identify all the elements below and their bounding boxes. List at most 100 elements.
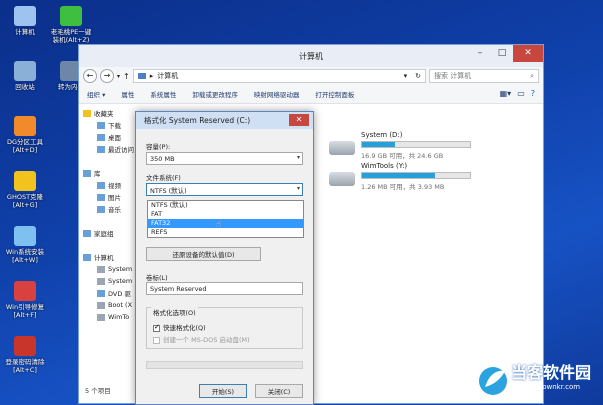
view-options-icon[interactable]: ▦▾ <box>500 89 512 98</box>
nav-item[interactable]: 音乐 <box>79 203 139 215</box>
explorer-title-bar[interactable]: 计算机 – □ ✕ <box>79 45 543 67</box>
window-controls: – □ ✕ <box>469 45 543 62</box>
nav-item[interactable]: 图片 <box>79 191 139 203</box>
dg-partition-icon <box>14 116 36 136</box>
refresh-icon[interactable]: ↻ <box>415 72 421 80</box>
nav-item-label: 视频 <box>108 182 121 190</box>
filesystem-select[interactable]: NTFS (默认) ▾ <box>146 183 303 196</box>
dialog-title-bar[interactable]: 格式化 System Reserved (C:) ✕ <box>136 112 313 129</box>
quick-format-checkbox[interactable] <box>153 323 160 332</box>
search-input[interactable]: 搜索 计算机 ⌕ <box>429 69 539 83</box>
toolbar-item-2[interactable]: 系统属性 <box>150 89 176 99</box>
desktop-icon-0[interactable]: 计算机 <box>2 6 48 36</box>
address-bar[interactable]: ▸ 计算机 ▾ ↻ <box>132 69 426 83</box>
computer-icon <box>83 253 91 261</box>
filesystem-dropdown-list: NTFS (默认) FAT FAT32 REFS <box>147 200 304 238</box>
back-icon[interactable]: ← <box>83 69 97 83</box>
minimize-icon[interactable]: – <box>469 45 491 62</box>
nav-item-label: 音乐 <box>108 206 121 214</box>
volume-label-input[interactable]: System Reserved <box>146 282 303 295</box>
nav-item[interactable]: DVD 驱 <box>79 287 139 299</box>
preview-pane-icon[interactable]: ▭ <box>517 89 525 98</box>
nav-item-label: Boot (X <box>108 301 133 309</box>
picture-icon <box>97 193 105 201</box>
desktop-icon-col2-0[interactable]: 老毛桃PE一键 装机(Alt+Z) <box>44 6 98 44</box>
nav-item[interactable]: 桌面 <box>79 131 139 143</box>
address-row: ← → ▾ ↑ ▸ 计算机 ▾ ↻ 搜索 计算机 ⌕ <box>79 67 543 85</box>
desktop-icon-label: 老毛桃PE一键 装机(Alt+Z) <box>50 28 92 44</box>
drive-usage-fill <box>362 173 436 178</box>
nav-item[interactable]: 库 <box>79 167 139 179</box>
filesystem-option[interactable]: FAT <box>148 210 303 219</box>
quick-format-option[interactable]: 快速格式化(Q) <box>153 322 206 332</box>
nav-item[interactable]: System <box>79 275 139 287</box>
history-chevron-icon[interactable]: ▾ <box>117 73 120 80</box>
chevron-down-icon: ▾ <box>296 185 300 192</box>
toolbar-item-1[interactable]: 属性 <box>121 89 134 99</box>
desktop-icon-6[interactable]: 登录密码清除 [Alt+C] <box>2 336 48 374</box>
drive-item[interactable]: System (D:) 16.9 GB 可用，共 24.6 GB <box>329 131 479 161</box>
toolbar-item-3[interactable]: 卸载或更改程序 <box>192 89 238 99</box>
nav-item[interactable]: 下载 <box>79 119 139 131</box>
nav-item[interactable]: 计算机 <box>79 251 139 263</box>
restore-defaults-button[interactable]: 还原设备的默认值(D) <box>146 247 261 261</box>
filesystem-option[interactable]: REFS <box>148 228 303 237</box>
filesystem-value: NTFS (默认) <box>150 186 187 195</box>
watermark-url: www.downkr.com <box>519 383 581 391</box>
desktop-icon-5[interactable]: Win引导修复 [Alt+F] <box>2 281 48 319</box>
capacity-select[interactable]: 350 MB ▾ <box>146 152 303 165</box>
toolbar-item-5[interactable]: 打开控制面板 <box>315 89 354 99</box>
desktop-icon-label: DG分区工具 [Alt+D] <box>6 138 44 154</box>
ghost-icon <box>14 171 36 191</box>
nav-item[interactable]: WimTo <box>79 311 139 323</box>
drive-icon <box>97 301 105 309</box>
desktop-icon-label: 回收站 <box>15 83 35 91</box>
maximize-icon[interactable]: □ <box>491 45 513 62</box>
toolbar-item-4[interactable]: 映射网络驱动器 <box>254 89 300 99</box>
breadcrumb-computer[interactable]: 计算机 <box>157 71 178 81</box>
win-install-icon <box>14 226 36 246</box>
nav-item[interactable]: 家庭组 <box>79 227 139 239</box>
search-icon[interactable]: ⌕ <box>530 72 534 81</box>
nav-item-label: 最近访问 <box>108 146 134 154</box>
folder-icon <box>97 121 105 129</box>
nav-item-label: DVD 驱 <box>108 290 131 298</box>
dialog-close-icon[interactable]: ✕ <box>289 114 309 126</box>
address-dropdown-icon[interactable]: ▾ <box>404 72 408 80</box>
nav-item[interactable]: Boot (X <box>79 299 139 311</box>
command-bar: 组织 ▾ 属性 系统属性 卸载或更改程序 映射网络驱动器 打开控制面板 ▦▾ ▭ ? <box>79 85 543 104</box>
drive-usage-fill <box>362 142 396 147</box>
msdos-option: 创建一个 MS-DOS 启动盘(M) <box>153 334 250 344</box>
nav-item-label: 家庭组 <box>94 230 114 238</box>
breadcrumb-separator: ▸ <box>149 72 154 80</box>
fs-label: 文件系统(F) <box>146 174 181 182</box>
toolbar-item-0[interactable]: 组织 ▾ <box>87 89 105 99</box>
desktop-icon-label: 登录密码清除 [Alt+C] <box>5 358 45 374</box>
password-clear-icon <box>14 336 36 356</box>
filesystem-option[interactable]: NTFS (默认) <box>148 201 303 210</box>
msdos-label: 创建一个 MS-DOS 启动盘(M) <box>163 336 250 344</box>
drive-space-info: 1.26 MB 可用，共 3.93 MB <box>361 183 445 191</box>
music-icon <box>97 205 105 213</box>
nav-item-label: System <box>108 265 133 273</box>
help-icon[interactable]: ? <box>531 89 535 98</box>
desktop-icon-1[interactable]: 回收站 <box>2 61 48 91</box>
up-icon[interactable]: ↑ <box>123 72 130 81</box>
drive-item[interactable]: WimTools (Y:) 1.26 MB 可用，共 3.93 MB <box>329 162 479 192</box>
nav-item[interactable]: 视频 <box>79 179 139 191</box>
filesystem-option[interactable]: FAT32 <box>148 219 303 228</box>
desktop-icon-4[interactable]: Win系统安装 [Alt+W] <box>2 226 48 264</box>
close-icon[interactable]: ✕ <box>513 45 543 62</box>
library-icon <box>83 169 91 177</box>
nav-item[interactable]: 最近访问 <box>79 143 139 155</box>
nav-item[interactable]: System <box>79 263 139 275</box>
nav-item-label: 库 <box>94 170 101 178</box>
nav-item[interactable]: 收藏夹 <box>79 107 139 119</box>
desktop-icon-2[interactable]: DG分区工具 [Alt+D] <box>2 116 48 154</box>
watermark-text: 当客软件园 <box>511 363 592 382</box>
start-button[interactable]: 开始(S) <box>199 384 247 398</box>
dvd-icon <box>97 289 105 297</box>
close-button[interactable]: 关闭(C) <box>255 384 303 398</box>
desktop-icon-3[interactable]: GHOST克隆 [Alt+G] <box>2 171 48 209</box>
forward-icon[interactable]: → <box>100 69 114 83</box>
